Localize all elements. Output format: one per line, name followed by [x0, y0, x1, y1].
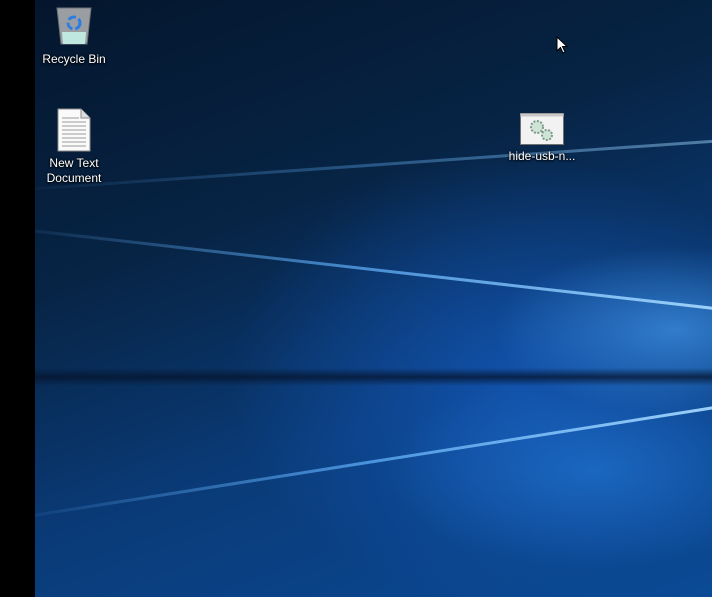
- wallpaper-shadow-band: [35, 368, 712, 386]
- wallpaper-light-beam: [35, 401, 712, 523]
- icon-label: Recycle Bin: [42, 52, 106, 66]
- desktop-icon-hide-usb[interactable]: hide-usb-n...: [502, 113, 582, 164]
- mouse-pointer-icon: [556, 36, 569, 54]
- batch-file-gears-icon: [520, 113, 564, 145]
- desktop[interactable]: Recycle Bin New Text Document hide-usb-n…: [35, 0, 712, 597]
- desktop-icon-recycle-bin[interactable]: Recycle Bin: [35, 4, 114, 67]
- wallpaper-light-beam: [35, 225, 712, 315]
- desktop-icon-new-text-document[interactable]: New Text Document: [35, 108, 114, 186]
- recycle-bin-icon: [56, 7, 92, 45]
- icon-label: hide-usb-n...: [508, 149, 576, 163]
- wallpaper-light-beam: [35, 136, 712, 193]
- icon-label: New Text Document: [46, 156, 102, 185]
- text-document-icon: [57, 108, 91, 152]
